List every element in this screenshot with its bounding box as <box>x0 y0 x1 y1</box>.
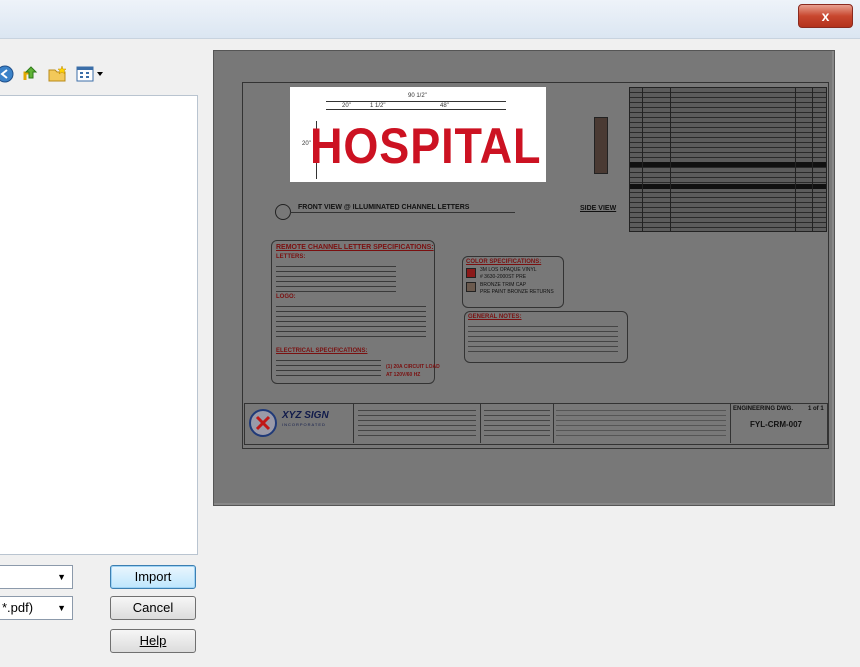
electrical-label: ELECTRICAL SPECIFICATIONS: <box>276 348 368 354</box>
logo-label: LOGO: <box>276 294 296 300</box>
color-swatch-bronze <box>466 282 476 292</box>
company-name: XYZ SIGN <box>282 410 329 421</box>
color-spec-4: PRE PAINT BRONZE RETURNS <box>480 289 554 295</box>
filename-combo[interactable]: ▼ <box>0 565 73 589</box>
front-view-label: FRONT VIEW @ ILLUMINATED CHANNEL LETTERS <box>298 204 470 211</box>
dimension-c: 48" <box>440 103 449 109</box>
color-spec-2: # 3630-2000ST PRE <box>480 274 527 280</box>
cancel-button[interactable]: Cancel <box>110 596 196 620</box>
circuit-note-2: AT 120V/60 HZ <box>386 372 421 378</box>
section-marker-icon <box>275 204 291 220</box>
color-spec-title: COLOR SPECIFICATIONS: <box>466 259 542 265</box>
up-folder-icon[interactable] <box>22 65 40 83</box>
company-subtitle: INCORPORATED <box>282 422 326 427</box>
close-icon: x <box>821 8 830 24</box>
help-button[interactable]: Help <box>110 629 196 653</box>
chevron-down-icon: ▼ <box>57 603 66 613</box>
remote-spec-title: REMOTE CHANNEL LETTER SPECIFICATIONS: <box>276 244 434 251</box>
drawing-number: FYL-CRM-007 <box>750 420 803 429</box>
new-folder-icon[interactable] <box>48 65 67 83</box>
color-swatch-red <box>466 268 476 278</box>
close-button[interactable]: x <box>798 4 853 28</box>
side-view-label: SIDE VIEW <box>580 205 617 212</box>
letters-label: LETTERS: <box>276 254 306 260</box>
dimension-b: 1 1/2" <box>370 103 386 109</box>
filetype-combo[interactable]: *.pdf) ▼ <box>0 596 73 620</box>
back-icon[interactable] <box>0 65 14 83</box>
dimension-a: 20" <box>342 103 351 109</box>
dimension-overall: 90 1/2" <box>408 93 427 99</box>
import-button[interactable]: Import <box>110 565 196 589</box>
circuit-note: (1) 20A CIRCUIT LOAD <box>386 364 440 370</box>
drawing-title: ENGINEERING DWG. <box>733 406 794 412</box>
company-logo <box>249 409 277 437</box>
file-list[interactable] <box>0 95 198 555</box>
schedule-table <box>629 87 827 232</box>
window-titlebar: x <box>0 0 860 39</box>
file-toolbar <box>0 62 120 88</box>
color-spec-3: BRONZE TRIM CAP <box>480 282 527 288</box>
sign-text: HOSPITAL <box>310 118 542 174</box>
side-view-post <box>594 117 608 174</box>
sheet-number: 1 of 1 <box>808 406 824 412</box>
view-menu-icon[interactable] <box>76 65 106 83</box>
chevron-down-icon: ▼ <box>57 572 66 582</box>
sign-rendering: 90 1/2" 20" 1 1/2" 48" 20" HOSPITAL <box>290 87 546 182</box>
color-spec-1: 3M LOS OPAQUE VINYL <box>480 267 537 273</box>
filetype-value: *.pdf) <box>2 600 34 615</box>
general-notes-title: GENERAL NOTES: <box>468 314 522 320</box>
